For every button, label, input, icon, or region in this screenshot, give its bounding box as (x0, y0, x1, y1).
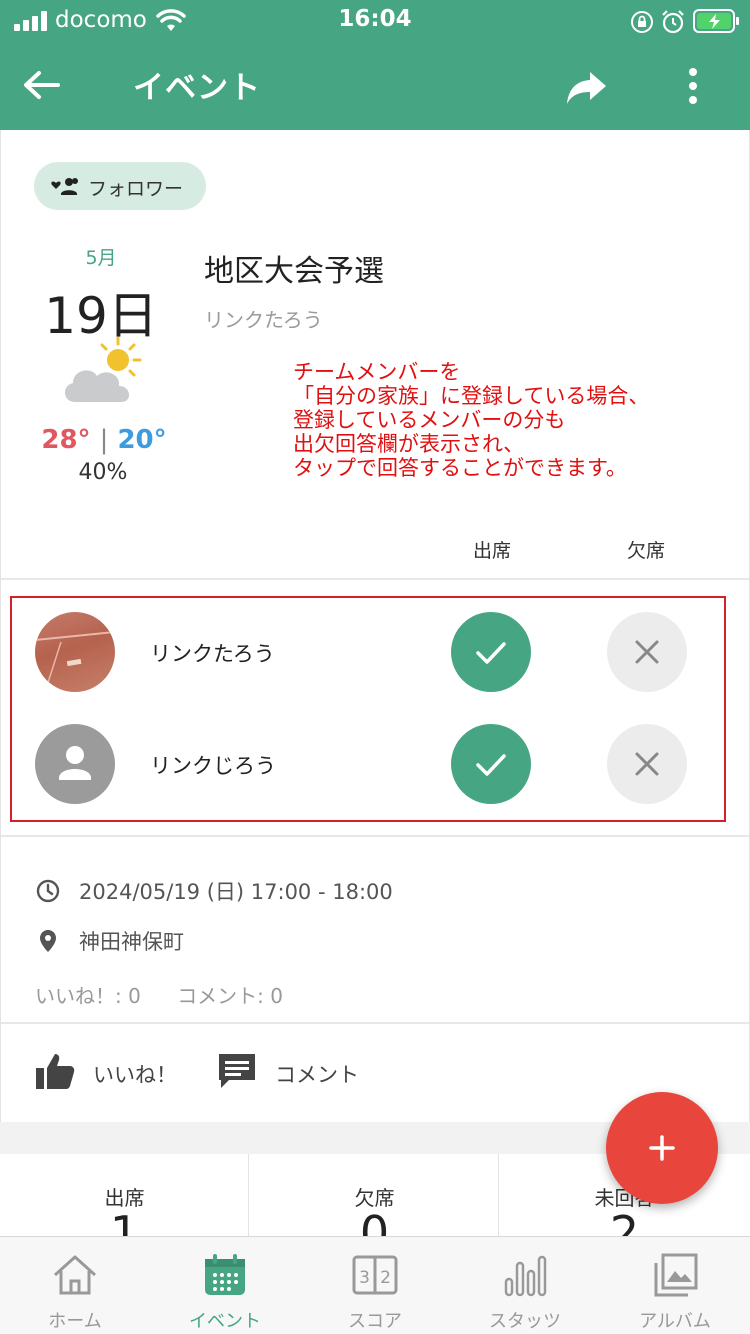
temp-separator: | (99, 425, 109, 455)
more-options-icon[interactable] (676, 64, 710, 108)
back-arrow-icon[interactable] (20, 64, 62, 106)
home-icon (53, 1255, 97, 1295)
comment-button[interactable]: コメント (217, 1050, 377, 1094)
datetime-text: 2024/05/19 (日) 17:00 - 18:00 (79, 880, 393, 904)
audience-chip-label: フォロワー (88, 178, 184, 200)
tab-stats[interactable]: スタッツ (450, 1237, 600, 1334)
temperature-range: 28° | 20° (31, 425, 177, 455)
member-row: リンクたろう (12, 598, 724, 698)
clock-icon (36, 879, 60, 903)
like-label: いいね！ (93, 1063, 177, 1087)
location-text: 神田神保町 (79, 930, 184, 954)
summary-absent[interactable]: 欠席 0 (250, 1154, 499, 1256)
avatar (35, 724, 115, 804)
audience-chip: フォロワー (34, 162, 206, 210)
check-icon (476, 642, 506, 664)
page-title: イベント (133, 70, 261, 106)
comment-label: コメント (275, 1063, 359, 1087)
status-bar: docomo 16:04 (0, 0, 750, 44)
absent-button[interactable] (607, 612, 687, 692)
event-card: フォロワー 5月 19日 28° | 20° 40% 地区大会予選 リンクたろう… (0, 130, 750, 1122)
event-author: リンクたろう (204, 308, 323, 332)
comment-count: コメント: 0 (177, 984, 284, 1008)
comment-icon (219, 1054, 255, 1088)
tab-home[interactable]: ホーム (0, 1237, 150, 1334)
tab-label: スコア (348, 1311, 402, 1332)
bottom-tab-bar: ホーム イベント 3 2 スコア スタッツ アルバム (0, 1236, 750, 1334)
column-header-absent: 欠席 (626, 540, 665, 562)
battery-icon (693, 9, 739, 33)
check-icon (476, 754, 506, 776)
like-button[interactable]: いいね！ (35, 1050, 195, 1094)
svg-text:3: 3 (359, 1268, 370, 1288)
alarm-icon (662, 10, 684, 34)
summary-attend[interactable]: 出席 1 (0, 1154, 249, 1256)
attend-button[interactable] (451, 612, 531, 692)
add-button[interactable] (606, 1092, 718, 1204)
rotation-lock-icon (631, 11, 653, 33)
plus-icon (649, 1135, 675, 1161)
location-pin-icon (40, 930, 56, 952)
share-icon[interactable] (564, 64, 608, 108)
person-icon (59, 746, 91, 780)
precipitation: 40% (78, 460, 128, 485)
calendar-icon (205, 1254, 245, 1295)
tab-label: ホーム (48, 1311, 102, 1332)
member-name: リンクじろう (150, 754, 276, 778)
avatar (35, 612, 115, 692)
tab-label: アルバム (639, 1311, 711, 1332)
app-bar: イベント (0, 44, 750, 130)
close-icon (635, 752, 659, 776)
tab-score[interactable]: 3 2 スコア (300, 1237, 450, 1334)
court-photo (35, 631, 115, 692)
stats-icon (504, 1255, 547, 1297)
thumbs-up-icon (36, 1054, 75, 1089)
column-header-attend: 出席 (472, 540, 511, 562)
tab-album[interactable]: アルバム (600, 1237, 750, 1334)
event-title: 地区大会予選 (204, 254, 384, 289)
member-name: リンクたろう (150, 642, 275, 666)
family-members-highlight: リンクたろう リンクじろう (10, 596, 726, 822)
album-icon (654, 1253, 698, 1297)
scoreboard-icon: 3 2 (352, 1255, 398, 1295)
svg-text:2: 2 (380, 1268, 391, 1288)
tab-label: イベント (189, 1311, 261, 1332)
annotation-note: チームメンバーを 「自分の家族」に登録している場合、 登録しているメンバーの分も… (293, 360, 650, 480)
temp-low: 20° (117, 425, 167, 455)
partly-cloudy-icon (64, 336, 142, 402)
event-month: 5月 (85, 247, 117, 269)
reaction-counts: いいね！: 0 コメント: 0 (35, 980, 313, 1009)
absent-button[interactable] (607, 724, 687, 804)
tab-event[interactable]: イベント (150, 1237, 300, 1334)
tab-label: スタッツ (489, 1311, 561, 1332)
divider (1, 835, 749, 837)
followers-icon (51, 178, 78, 195)
divider (1, 578, 749, 580)
attend-button[interactable] (451, 724, 531, 804)
temp-high: 28° (41, 425, 91, 455)
divider (1, 1022, 749, 1024)
member-row: リンクじろう (12, 710, 724, 810)
close-icon (635, 640, 659, 664)
like-count: いいね！: 0 (35, 984, 141, 1008)
